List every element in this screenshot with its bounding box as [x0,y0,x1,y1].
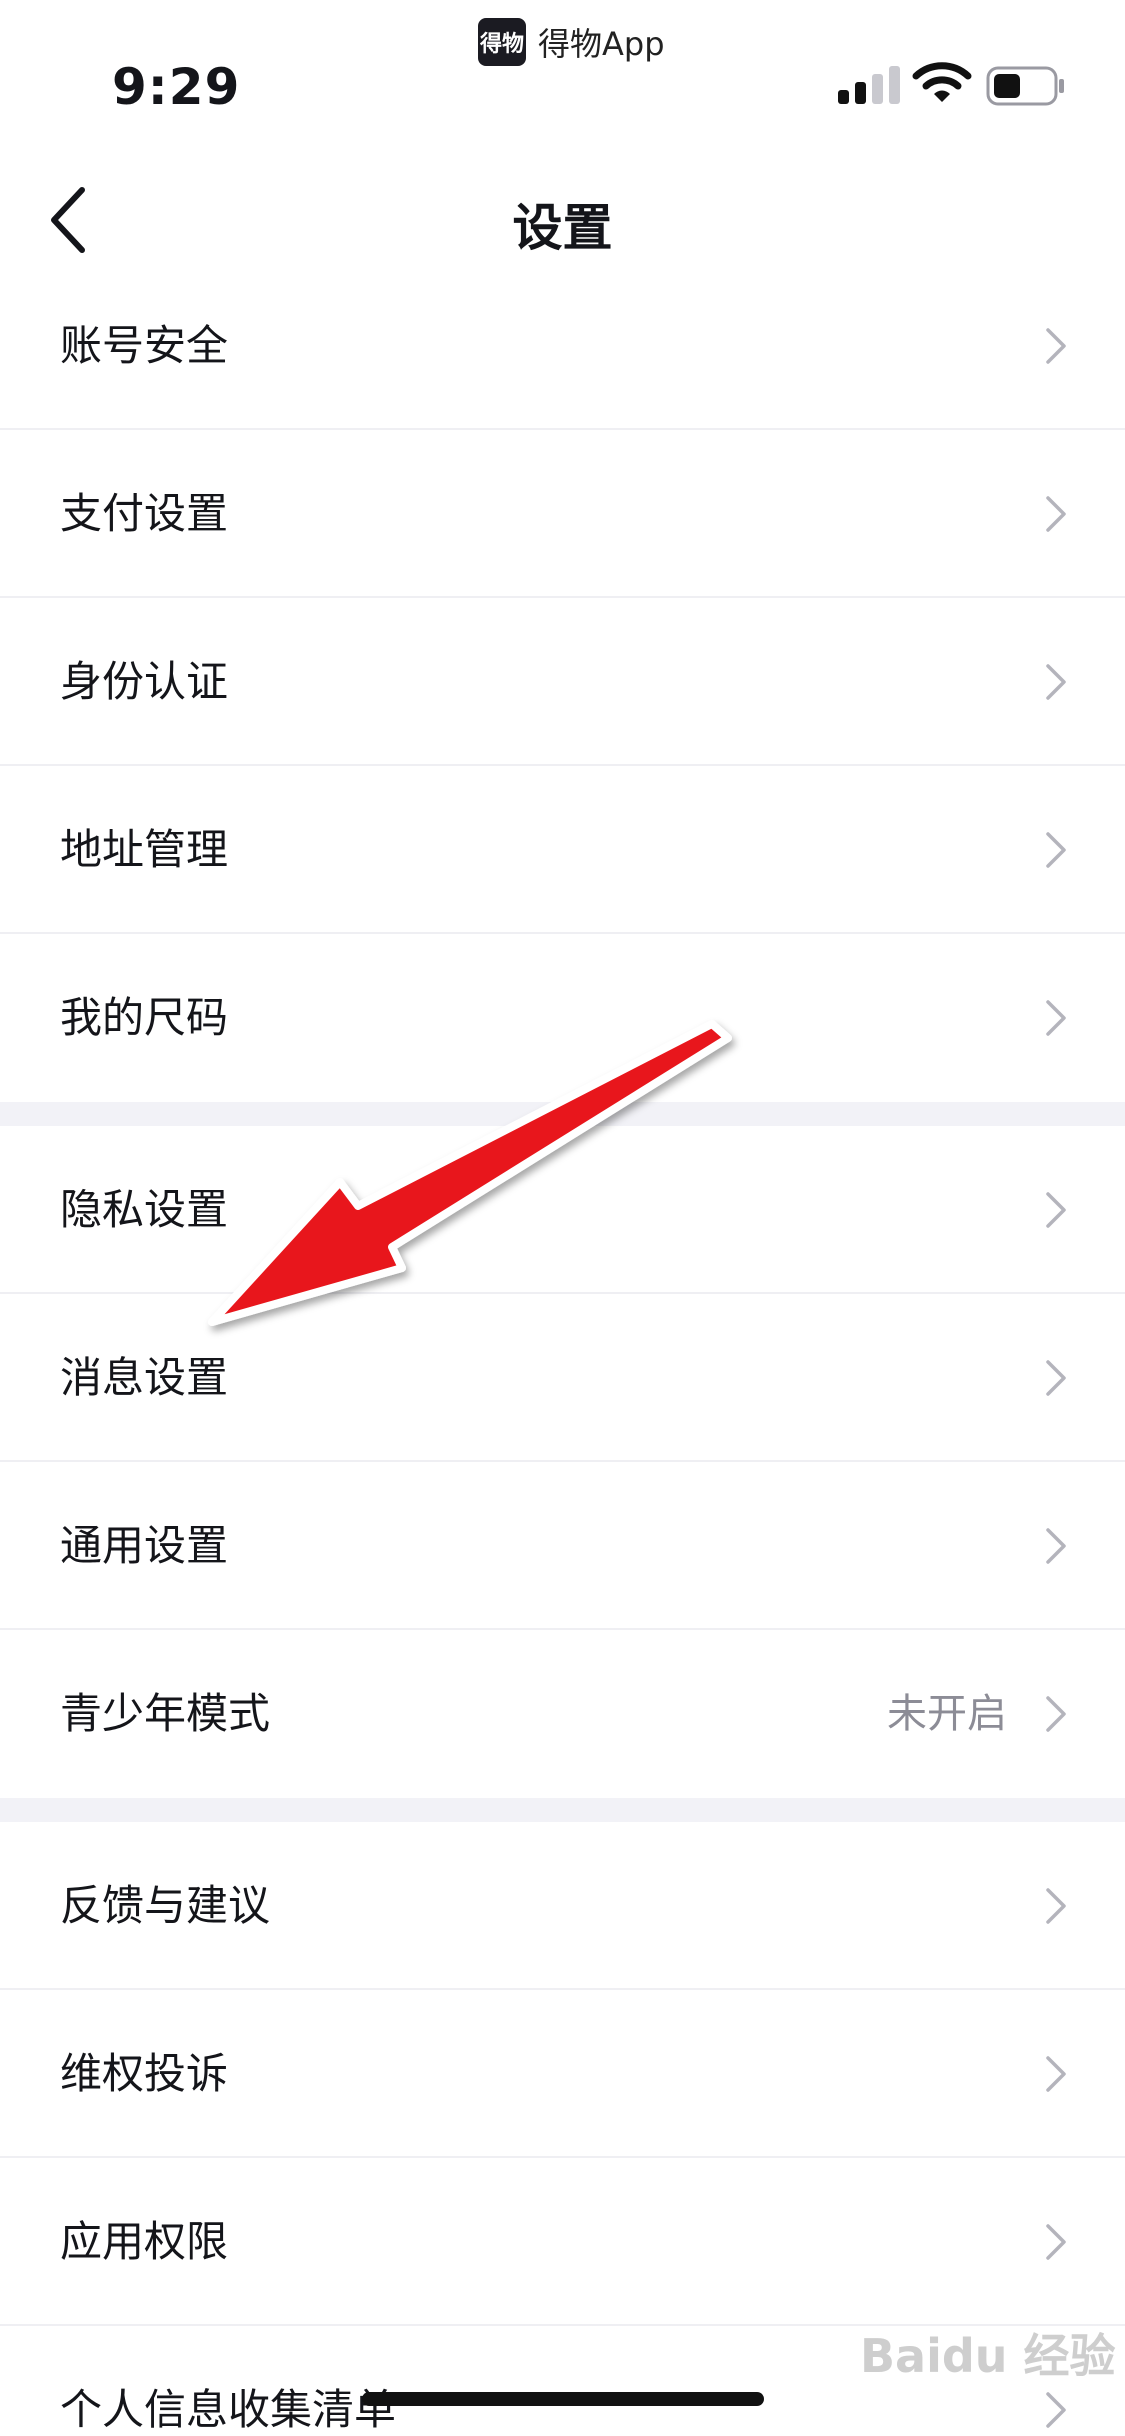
settings-item-label: 通用设置 [60,1521,229,1570]
chevron-right-icon [1046,1000,1066,1036]
app-badge: 得物 得物App [478,18,665,66]
chevron-right-icon [1046,1888,1066,1924]
settings-item-app-permissions[interactable]: 应用权限 [0,2158,1125,2326]
app-badge-name: 得物App [538,25,665,63]
chevron-right-icon [1046,2056,1066,2092]
chevron-right-icon [1046,2224,1066,2260]
settings-list: 账号安全 支付设置 身份认证 地址管理 我的尺码 隐私设置 消息设置 通用设置 … [0,262,1125,2436]
settings-item-label: 账号安全 [60,321,229,370]
settings-item-address[interactable]: 地址管理 [0,766,1125,934]
page-title: 设置 [512,199,613,257]
settings-item-label: 地址管理 [60,825,229,874]
settings-item-account-security[interactable]: 账号安全 [0,262,1125,430]
settings-item-label: 消息设置 [60,1353,229,1402]
section-divider [0,1102,1125,1126]
settings-item-my-size[interactable]: 我的尺码 [0,934,1125,1102]
chevron-right-icon [1046,2392,1066,2428]
chevron-right-icon [1046,1528,1066,1564]
home-indicator[interactable] [362,2392,764,2406]
battery-icon [986,66,1064,106]
baidu-watermark: Baidu 经验 [860,2329,1116,2383]
settings-item-feedback[interactable]: 反馈与建议 [0,1822,1125,1990]
settings-item-label: 隐私设置 [60,1185,229,1234]
wifi-icon [912,62,972,102]
settings-item-label: 维权投诉 [60,2049,229,2098]
settings-item-label: 我的尺码 [60,993,229,1042]
settings-item-label: 个人信息收集清单 [60,2385,397,2434]
settings-item-label: 反馈与建议 [60,1881,271,1930]
chevron-right-icon [1046,1192,1066,1228]
settings-item-identity[interactable]: 身份认证 [0,598,1125,766]
cellular-signal-icon [838,66,900,104]
settings-item-messages[interactable]: 消息设置 [0,1294,1125,1462]
teen-mode-status: 未开启 [887,1691,1007,1737]
chevron-right-icon [1046,1360,1066,1396]
settings-item-complaints[interactable]: 维权投诉 [0,1990,1125,2158]
section-divider [0,1798,1125,1822]
chevron-right-icon [1046,328,1066,364]
settings-item-teen-mode[interactable]: 青少年模式 未开启 [0,1630,1125,1798]
settings-item-general[interactable]: 通用设置 [0,1462,1125,1630]
status-time: 9:29 [112,58,241,116]
chevron-right-icon [1046,496,1066,532]
settings-item-label: 应用权限 [60,2217,229,2266]
status-bar: 9:29 得物 得物App [0,0,1125,130]
chevron-right-icon [1046,832,1066,868]
settings-item-label: 青少年模式 [60,1689,271,1738]
settings-item-payment[interactable]: 支付设置 [0,430,1125,598]
settings-item-label: 支付设置 [60,489,229,538]
chevron-right-icon [1046,664,1066,700]
settings-item-privacy[interactable]: 隐私设置 [0,1126,1125,1294]
app-logo-icon: 得物 [478,18,526,66]
settings-item-label: 身份认证 [60,657,229,706]
chevron-right-icon [1046,1696,1066,1732]
